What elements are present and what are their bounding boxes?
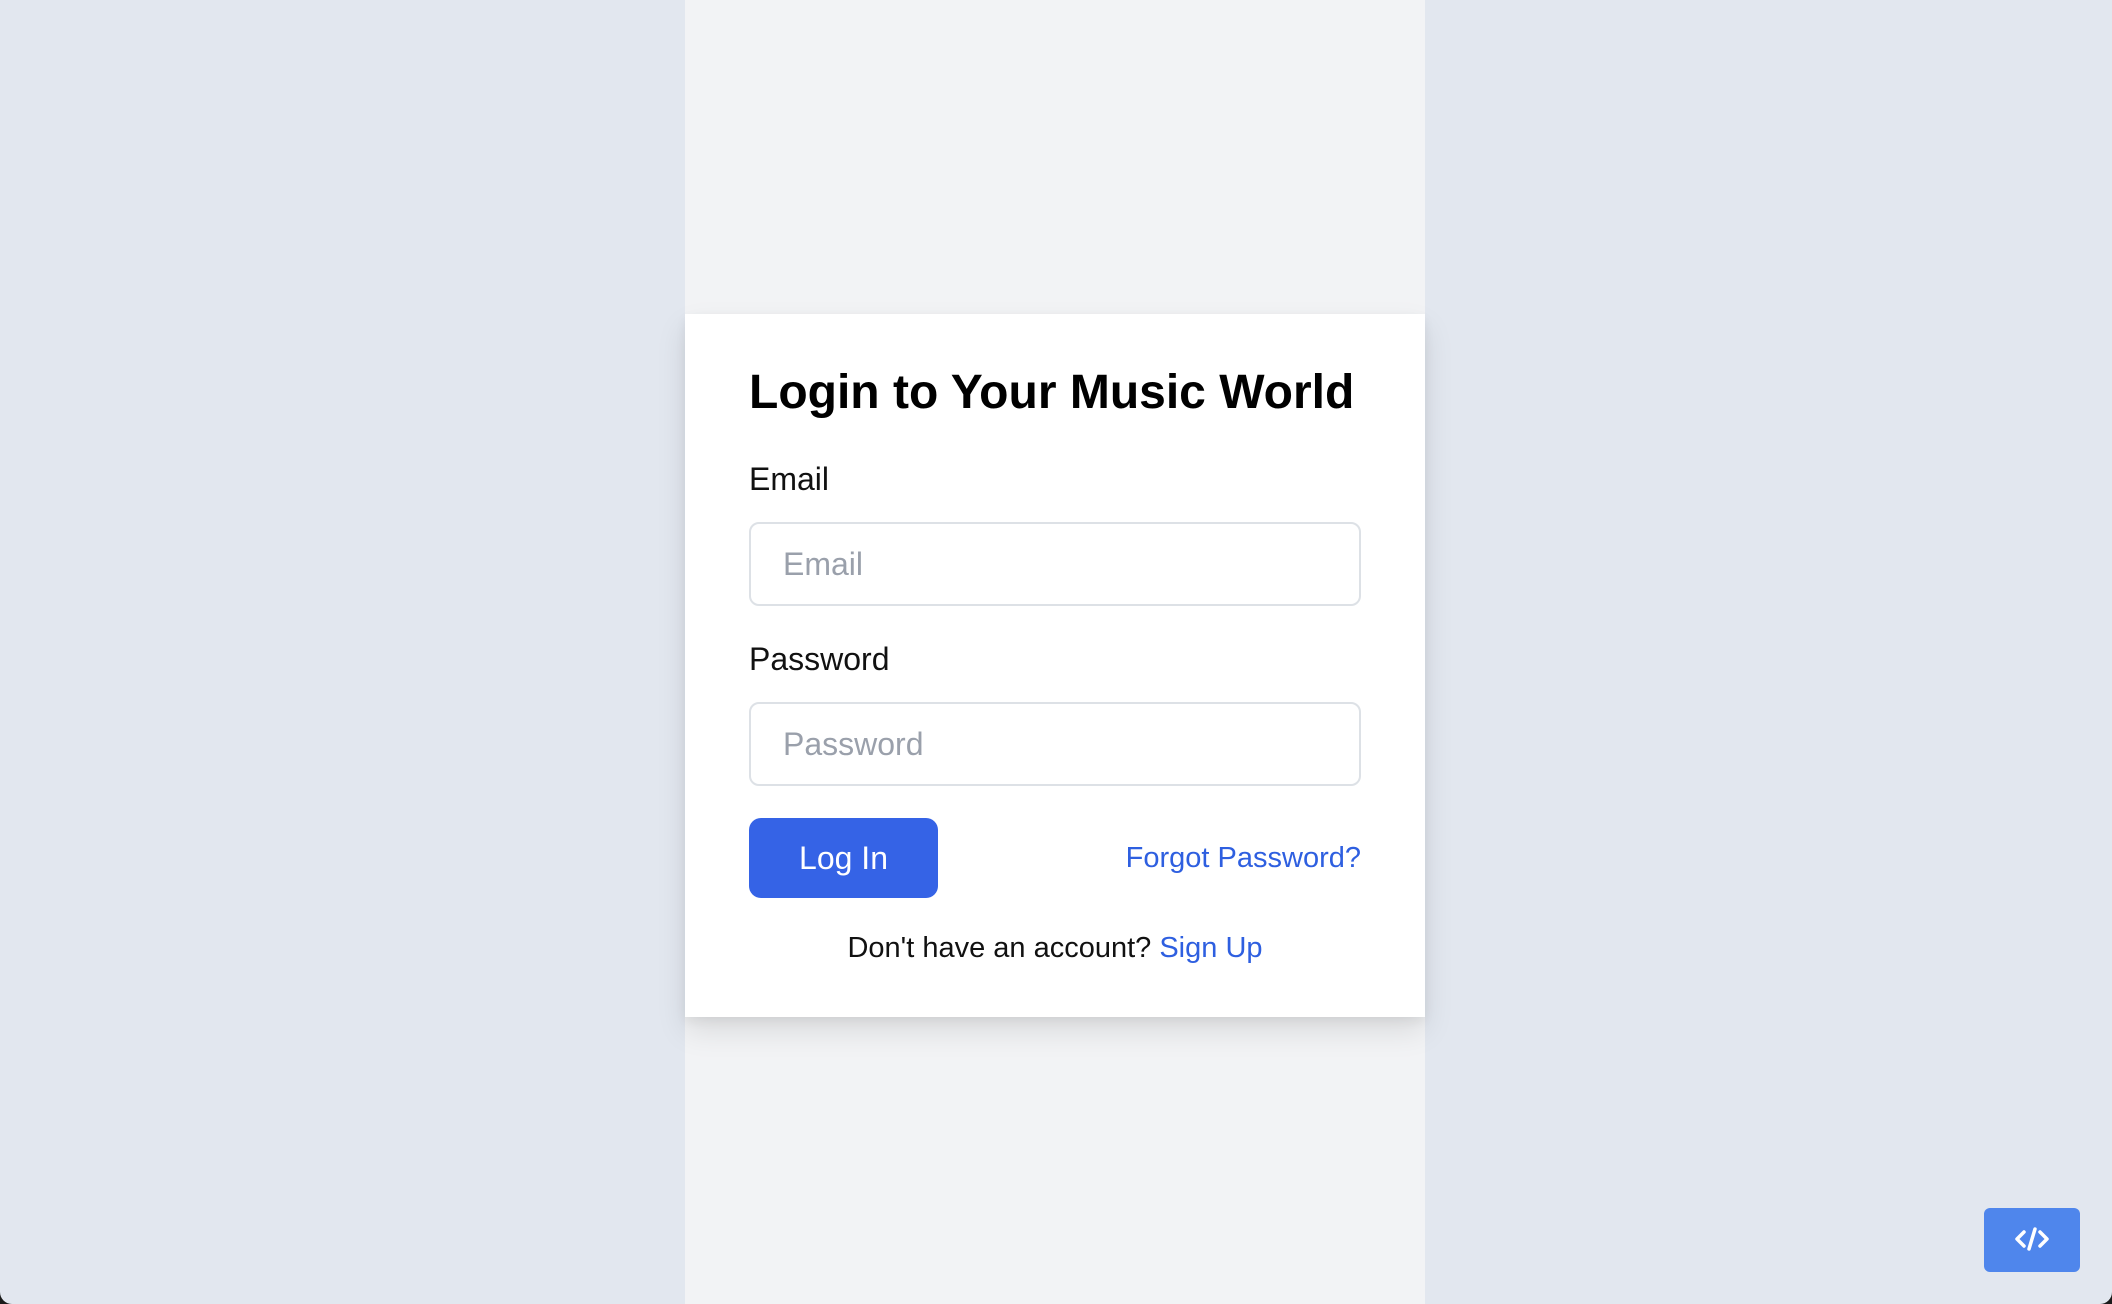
signup-row: Don't have an account? Sign Up bbox=[685, 930, 1425, 966]
password-field[interactable] bbox=[749, 702, 1361, 786]
code-icon bbox=[2015, 1226, 2049, 1255]
forgot-password-link[interactable]: Forgot Password? bbox=[1126, 840, 1361, 876]
signup-link[interactable]: Sign Up bbox=[1159, 932, 1262, 964]
password-label: Password bbox=[749, 641, 890, 677]
signup-prompt: Don't have an account? bbox=[847, 932, 1152, 964]
email-label: Email bbox=[749, 461, 830, 497]
email-field[interactable] bbox=[749, 522, 1361, 606]
page-background: { "login": { "title": "Login to Your Mus… bbox=[0, 0, 2112, 1304]
page-title: Login to Your Music World bbox=[749, 366, 1355, 419]
view-code-button[interactable] bbox=[1984, 1208, 2080, 1272]
login-card: Login to Your Music World Email Password… bbox=[685, 314, 1425, 1017]
center-column: Login to Your Music World Email Password… bbox=[685, 0, 1425, 1304]
login-button[interactable]: Log In bbox=[749, 818, 938, 898]
